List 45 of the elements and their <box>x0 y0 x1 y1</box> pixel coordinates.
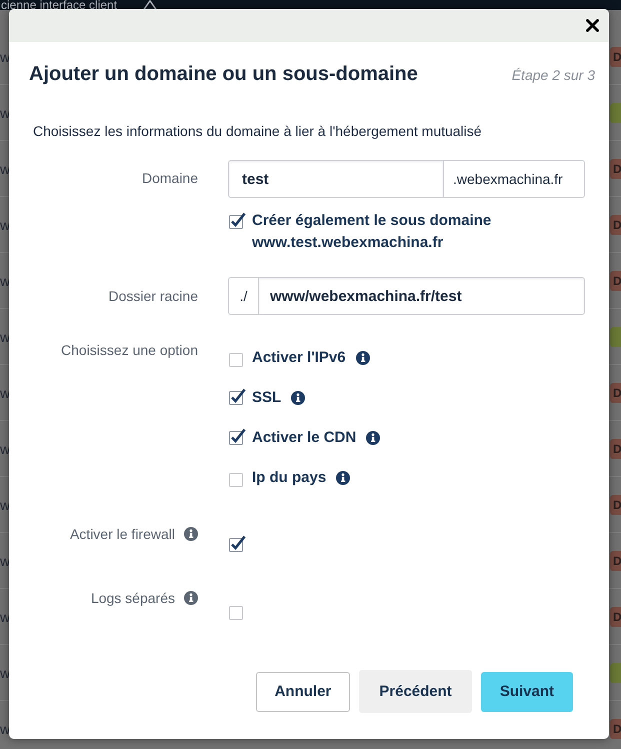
info-icon[interactable] <box>336 471 350 485</box>
path-prefix: ./ <box>228 277 258 315</box>
status-badge: D <box>610 606 621 626</box>
status-badge: D <box>610 438 621 458</box>
status-badge: D <box>610 382 621 402</box>
status-badge: D <box>610 718 621 738</box>
info-icon[interactable] <box>356 351 370 365</box>
field-label: Activer le firewall <box>70 525 175 544</box>
field-label: Logs séparés <box>90 589 175 608</box>
checkbox-label[interactable]: Activer l'IPv6 <box>252 347 346 369</box>
status-badge: D <box>610 46 621 66</box>
info-icon[interactable] <box>184 591 198 605</box>
domain-suffix: .webexmachina.fr <box>444 160 585 198</box>
checkbox-label[interactable]: Activer le CDN <box>252 427 356 449</box>
top-bar-link[interactable]: cienne interface client <box>0 0 118 10</box>
field-label: Choisissez une option <box>61 341 198 360</box>
checkbox-label[interactable]: Créer également le sous domaine www.test.webexmachina.fr <box>252 210 582 254</box>
domain-input[interactable]: test <box>228 160 444 198</box>
secondary-button[interactable]: Annuler <box>256 672 350 712</box>
checkbox[interactable] <box>229 388 246 405</box>
dialog-title: Ajouter un domaine ou un sous-domaine <box>29 62 418 86</box>
field-label: Dossier racine <box>108 287 198 306</box>
default-button[interactable]: Précédent <box>359 670 472 713</box>
checkbox[interactable] <box>229 606 243 620</box>
status-badge: D <box>610 158 621 178</box>
intro-text: Choisissez les informations du domaine à lier à l'hébergement mutualisé <box>33 122 483 141</box>
checkbox-label[interactable]: SSL <box>252 387 282 409</box>
checkbox[interactable] <box>229 352 243 366</box>
field-label: Domaine <box>142 169 198 188</box>
info-icon[interactable] <box>366 431 380 445</box>
checkbox[interactable] <box>229 212 246 229</box>
status-badge: D <box>610 214 621 234</box>
folder-input[interactable]: www/webexmachina.fr/test <box>258 277 585 315</box>
status-badge: D <box>610 494 621 514</box>
primary-button[interactable]: Suivant <box>480 672 573 712</box>
info-icon[interactable] <box>291 391 306 405</box>
checkbox[interactable] <box>229 535 246 552</box>
checkbox[interactable] <box>229 428 246 445</box>
checkbox[interactable] <box>229 472 243 486</box>
info-icon[interactable] <box>184 527 198 541</box>
status-badge: D <box>610 550 621 570</box>
status-badge: D <box>610 270 621 290</box>
close-icon[interactable] <box>586 19 599 32</box>
checkbox-label[interactable]: Ip du pays <box>252 467 326 489</box>
step-indicator: Étape 2 sur 3 <box>512 67 595 83</box>
